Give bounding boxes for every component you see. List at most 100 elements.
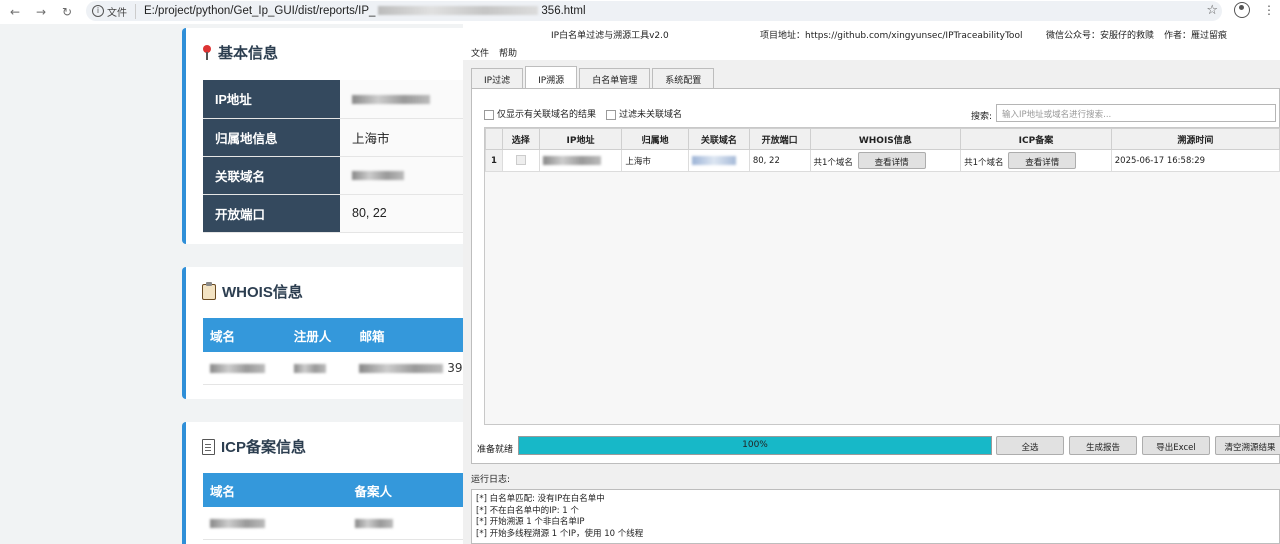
checkbox-icon[interactable] xyxy=(606,109,617,120)
more-menu-icon[interactable]: ⋮ xyxy=(1263,3,1275,17)
icp-title: ICP备案信息 xyxy=(221,439,307,456)
corner-header xyxy=(485,128,503,150)
tab-whitelist[interactable]: 白名单管理 xyxy=(579,68,651,88)
icp-heading: ICP备案信息 xyxy=(186,422,463,457)
search-label: 搜索: xyxy=(971,112,993,122)
column-header: 邮箱 xyxy=(352,318,463,352)
site-info-label: 文件 xyxy=(107,7,127,19)
table-row: 关联域名 xyxy=(203,156,463,195)
icp-cell: 共1个域名 查看详情 xyxy=(960,149,1112,172)
export-excel-button[interactable]: 导出Excel xyxy=(1142,436,1210,455)
site-info-chip[interactable]: i 文件 xyxy=(92,3,136,19)
log-line: [*] 开始多线程溯源 1 个IP，使用 10 个线程 xyxy=(476,528,644,539)
filter-unrelated-checkbox[interactable]: 过滤未关联域名 xyxy=(606,107,682,120)
whois-title: WHOIS信息 xyxy=(222,284,303,301)
bookmark-star-icon[interactable]: ☆ xyxy=(1206,3,1218,18)
tab-settings[interactable]: 系统配置 xyxy=(652,68,715,88)
tab-bar: IP过滤 IP溯源 白名单管理 系统配置 xyxy=(471,66,716,88)
redacted-ip xyxy=(352,94,430,104)
table-row: IP地址 xyxy=(203,80,463,119)
table-cell xyxy=(286,352,353,385)
profile-icon[interactable] xyxy=(1234,2,1250,18)
progress-bar: 100% xyxy=(518,436,992,455)
redacted-text xyxy=(210,518,265,528)
tab-ip-filter[interactable]: IP过滤 xyxy=(471,68,524,88)
table-header-row: 选择 IP地址 归属地 关联域名 开放端口 WHOIS信息 ICP备案 溯源时间 xyxy=(485,128,1280,150)
column-header[interactable]: 归属地 xyxy=(621,128,689,150)
wechat-label: 微信公众号：安服仔的救赎 xyxy=(1046,31,1155,41)
url-prefix: E:/project/python/Get_Ip_GUI/dist/report… xyxy=(144,5,376,17)
author-label: 作者：雁过留痕 xyxy=(1164,31,1228,41)
reload-icon[interactable]: ↻ xyxy=(56,2,78,22)
table-row xyxy=(203,507,463,540)
ports-cell: 80, 22 xyxy=(748,149,811,172)
icp-count: 共1个域名 xyxy=(964,158,1004,168)
table-row[interactable]: 1 上海市 80, 22 共1个域名 查看详情 共1个域名 查看详情 2025-… xyxy=(485,149,1280,172)
forward-arrow-icon[interactable]: → xyxy=(30,2,52,22)
log-line: [*] 不在白名单中的IP: 1 个 xyxy=(476,505,579,516)
column-header: 域名 xyxy=(203,473,348,507)
column-header[interactable]: WHOIS信息 xyxy=(809,128,962,150)
basic-info-table: IP地址 归属地信息 上海市 关联域名 开放端口 80, 22 xyxy=(203,80,463,233)
table-cell xyxy=(203,507,348,540)
domain-cell xyxy=(687,149,750,172)
search-input[interactable]: 输入IP地址或域名进行搜索... xyxy=(996,104,1276,122)
url-suffix: 356.html xyxy=(541,5,586,17)
project-url: 项目地址：https://github.com/xingyunsec/IPTra… xyxy=(760,31,1023,41)
log-panel[interactable]: [*] 白名单匹配: 没有IP在白名单中 [*] 不在白名单中的IP: 1 个 … xyxy=(471,489,1280,544)
menu-help[interactable]: 帮助 xyxy=(499,46,517,59)
row-key: IP地址 xyxy=(203,80,340,119)
column-header[interactable]: ICP备案 xyxy=(960,128,1112,150)
clear-results-button[interactable]: 清空溯源结果 xyxy=(1215,436,1280,455)
filter-related-checkbox[interactable]: 仅显示有关联域名的结果 xyxy=(484,107,596,120)
row-value xyxy=(340,80,463,119)
filter-unrelated-label: 过滤未关联域名 xyxy=(619,110,683,120)
status-label: 准备就绪 xyxy=(477,445,514,455)
redacted-domain xyxy=(352,171,404,181)
basic-info-title: 基本信息 xyxy=(218,45,279,62)
select-cell[interactable] xyxy=(501,149,540,172)
checkbox-icon[interactable] xyxy=(515,155,526,166)
icp-detail-button[interactable]: 查看详情 xyxy=(1008,152,1077,169)
checkbox-icon[interactable] xyxy=(484,109,494,120)
address-bar[interactable]: i 文件 E:/project/python/Get_Ip_GUI/dist/r… xyxy=(86,1,1222,21)
whois-count: 共1个域名 xyxy=(813,158,853,168)
app-title: IP白名单过滤与溯源工具v2.0 xyxy=(551,31,669,41)
basic-info-heading: 基本信息 xyxy=(186,28,463,63)
column-header[interactable]: 溯源时间 xyxy=(1110,128,1280,150)
app-titlebar: IP白名单过滤与溯源工具v2.0 项目地址：https://github.com… xyxy=(463,24,1280,42)
column-header[interactable]: IP地址 xyxy=(538,128,623,150)
redacted-text xyxy=(354,518,393,528)
whois-detail-button[interactable]: 查看详情 xyxy=(857,152,926,169)
cell-tail: 39. xyxy=(447,360,463,375)
ip-cell xyxy=(538,149,623,172)
redacted-text xyxy=(210,363,265,373)
log-label: 运行日志: xyxy=(471,475,511,485)
time-cell: 2025-06-17 16:58:29 xyxy=(1110,149,1280,172)
table-header-row: 域名 备案人 xyxy=(203,473,463,507)
table-cell: 39. xyxy=(352,352,463,385)
browser-toolbar: ← → ↻ i 文件 E:/project/python/Get_Ip_GUI/… xyxy=(0,0,1280,24)
select-all-button[interactable]: 全选 xyxy=(996,436,1064,455)
results-table: 选择 IP地址 归属地 关联域名 开放端口 WHOIS信息 ICP备案 溯源时间… xyxy=(485,128,1280,172)
generate-report-button[interactable]: 生成报告 xyxy=(1069,436,1137,455)
row-value xyxy=(340,156,463,195)
back-arrow-icon[interactable]: ← xyxy=(4,2,26,22)
menu-file[interactable]: 文件 xyxy=(471,46,489,59)
trace-pane: 仅显示有关联域名的结果 过滤未关联域名 搜索: 输入IP地址或域名进行搜索...… xyxy=(471,88,1280,464)
column-header[interactable]: 开放端口 xyxy=(748,128,811,150)
whois-card: WHOIS信息 域名 注册人 邮箱 39. xyxy=(182,267,463,399)
whois-cell: 共1个域名 查看详情 xyxy=(809,149,962,172)
tab-ip-trace[interactable]: IP溯源 xyxy=(525,66,578,88)
menu-bar: 文件 帮助 xyxy=(463,42,1280,60)
filter-options: 仅显示有关联域名的结果 过滤未关联域名 xyxy=(484,107,682,120)
table-row: 39. xyxy=(203,352,463,385)
table-cell xyxy=(203,352,287,385)
row-key: 开放端口 xyxy=(203,194,340,233)
column-header[interactable]: 选择 xyxy=(501,128,540,150)
row-value: 80, 22 xyxy=(340,194,463,233)
column-header[interactable]: 关联域名 xyxy=(687,128,750,150)
whois-heading: WHOIS信息 xyxy=(186,267,463,302)
redacted-text xyxy=(293,363,326,373)
row-value: 上海市 xyxy=(340,118,463,157)
